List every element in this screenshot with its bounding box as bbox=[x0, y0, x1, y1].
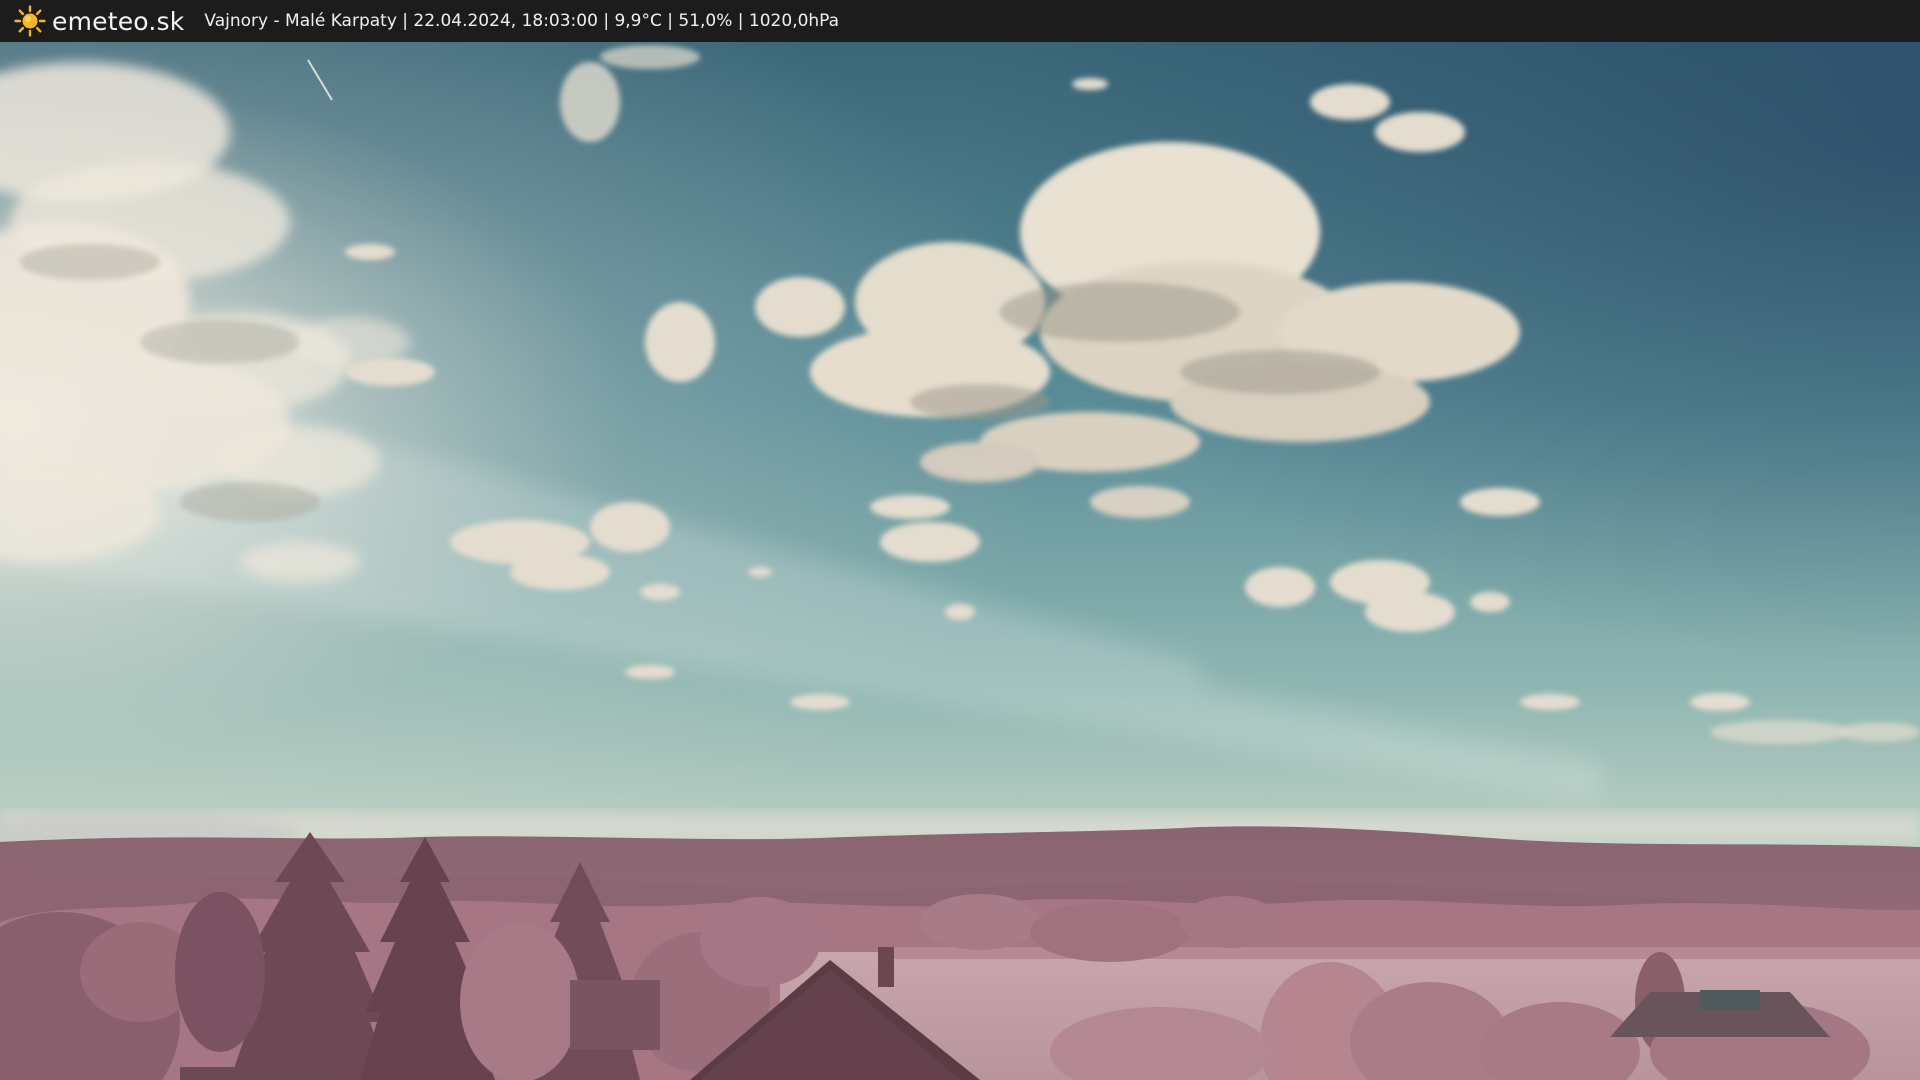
brand-name: emeteo.sk bbox=[52, 6, 185, 36]
weather-info-text: Vajnory - Malé Karpaty | 22.04.2024, 18:… bbox=[204, 11, 840, 31]
webcam-image bbox=[0, 42, 1920, 1080]
webcam-frame: emeteo.sk Vajnory - Malé Karpaty | 22.04… bbox=[0, 0, 1920, 1080]
header-bar: emeteo.sk Vajnory - Malé Karpaty | 22.04… bbox=[0, 0, 1920, 42]
brand-logo[interactable]: emeteo.sk bbox=[14, 0, 184, 42]
sun-icon bbox=[14, 5, 46, 37]
